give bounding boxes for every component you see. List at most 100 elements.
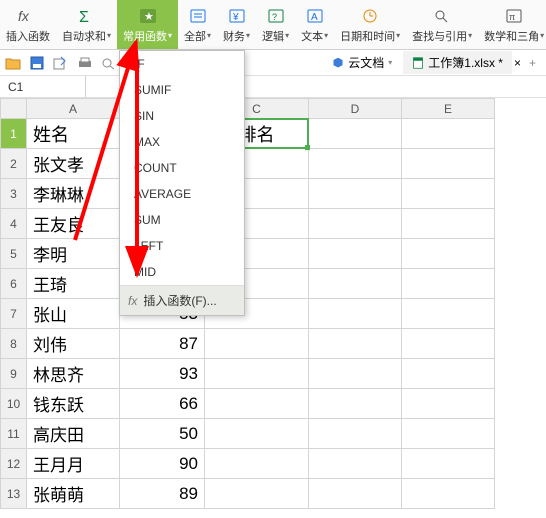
cell[interactable]	[402, 359, 495, 389]
row-header[interactable]: 10	[1, 389, 27, 419]
tab-cloud[interactable]: 云文档 ▾	[323, 51, 401, 74]
cell[interactable]	[309, 449, 402, 479]
cell[interactable]	[205, 359, 309, 389]
open-icon[interactable]	[4, 54, 22, 72]
select-all-corner[interactable]	[1, 99, 27, 119]
cell[interactable]: 李明	[27, 239, 120, 269]
print-icon[interactable]	[76, 54, 94, 72]
col-header-a[interactable]: A	[27, 99, 120, 119]
cell[interactable]: 50	[120, 419, 205, 449]
cell[interactable]	[309, 149, 402, 179]
cell[interactable]	[402, 149, 495, 179]
row-header[interactable]: 3	[1, 179, 27, 209]
ribbon-text[interactable]: A 文本▾	[295, 0, 334, 49]
cell[interactable]	[205, 419, 309, 449]
save-icon[interactable]	[28, 54, 46, 72]
row-header[interactable]: 11	[1, 419, 27, 449]
cell[interactable]	[402, 419, 495, 449]
row-header[interactable]: 8	[1, 329, 27, 359]
cell[interactable]: 高庆田	[27, 419, 120, 449]
col-header-d[interactable]: D	[309, 99, 402, 119]
ribbon-insert-function[interactable]: fx 插入函数	[0, 0, 56, 49]
cell[interactable]	[205, 329, 309, 359]
dropdown-item[interactable]: LEFT	[120, 233, 244, 259]
cell[interactable]	[402, 209, 495, 239]
dropdown-item[interactable]: SUMIF	[120, 77, 244, 103]
row-header[interactable]: 1	[1, 119, 27, 149]
cell[interactable]	[309, 209, 402, 239]
cell[interactable]	[309, 299, 402, 329]
row-header[interactable]: 12	[1, 449, 27, 479]
cell[interactable]: 张萌萌	[27, 479, 120, 509]
cell[interactable]: 87	[120, 329, 205, 359]
cell[interactable]	[309, 479, 402, 509]
cell[interactable]: 90	[120, 449, 205, 479]
export-icon[interactable]	[52, 54, 70, 72]
dropdown-item[interactable]: COUNT	[120, 155, 244, 181]
tab-close-button[interactable]: ×	[514, 56, 521, 70]
cell[interactable]	[402, 269, 495, 299]
cell[interactable]: 张文孝	[27, 149, 120, 179]
cell[interactable]	[402, 119, 495, 149]
cell[interactable]	[309, 239, 402, 269]
cell[interactable]	[402, 389, 495, 419]
row-header[interactable]: 2	[1, 149, 27, 179]
ribbon-logic[interactable]: ? 逻辑▾	[256, 0, 295, 49]
ribbon-all[interactable]: 全部▾	[178, 0, 217, 49]
ribbon-lookup[interactable]: 查找与引用▾	[406, 0, 478, 49]
row-header[interactable]: 5	[1, 239, 27, 269]
row-header[interactable]: 13	[1, 479, 27, 509]
row-header[interactable]: 9	[1, 359, 27, 389]
ribbon-common-functions[interactable]: ★ 常用函数▾	[117, 0, 178, 49]
cell[interactable]: 93	[120, 359, 205, 389]
dropdown-item[interactable]: MID	[120, 259, 244, 285]
dropdown-item[interactable]: SIN	[120, 103, 244, 129]
cell[interactable]: 林思齐	[27, 359, 120, 389]
ribbon-datetime[interactable]: 日期和时间▾	[334, 0, 406, 49]
dropdown-item[interactable]: SUM	[120, 207, 244, 233]
cell[interactable]	[402, 299, 495, 329]
cell[interactable]: 姓名	[27, 119, 120, 149]
cell[interactable]: 王琦	[27, 269, 120, 299]
cell[interactable]: 钱东跃	[27, 389, 120, 419]
ribbon-autosum[interactable]: Σ 自动求和▾	[56, 0, 117, 49]
tab-workbook[interactable]: 工作簿1.xlsx *	[403, 51, 512, 74]
cell[interactable]: 王月月	[27, 449, 120, 479]
cell[interactable]	[309, 329, 402, 359]
sheet-icon	[412, 57, 424, 69]
ribbon-math[interactable]: π 数学和三角▾	[478, 0, 546, 49]
cell[interactable]	[309, 419, 402, 449]
cell[interactable]	[309, 179, 402, 209]
cell[interactable]	[205, 389, 309, 419]
cell[interactable]	[205, 449, 309, 479]
cell[interactable]	[309, 119, 402, 149]
cell[interactable]	[309, 269, 402, 299]
row-header[interactable]: 4	[1, 209, 27, 239]
name-box[interactable]: C1	[0, 76, 86, 97]
row-header[interactable]: 7	[1, 299, 27, 329]
preview-icon[interactable]	[100, 54, 118, 72]
cell[interactable]	[402, 329, 495, 359]
dropdown-insert-function[interactable]: fx插入函数(F)...	[120, 286, 244, 315]
cell[interactable]: 王友良	[27, 209, 120, 239]
add-tab-button[interactable]: +	[523, 56, 542, 70]
cell[interactable]: 66	[120, 389, 205, 419]
cell[interactable]	[402, 179, 495, 209]
cell[interactable]	[402, 449, 495, 479]
col-header-e[interactable]: E	[402, 99, 495, 119]
dropdown-item[interactable]: AVERAGE	[120, 181, 244, 207]
cell[interactable]: 89	[120, 479, 205, 509]
dropdown-item[interactable]: IF	[120, 51, 244, 77]
cell[interactable]	[309, 359, 402, 389]
cell[interactable]: 刘伟	[27, 329, 120, 359]
cell[interactable]: 李琳琳	[27, 179, 120, 209]
grid[interactable]: A B C D E 1 姓名 排名 2张文孝953李琳琳824王友良405李明9…	[0, 98, 495, 509]
cell[interactable]	[205, 479, 309, 509]
row-header[interactable]: 6	[1, 269, 27, 299]
dropdown-item[interactable]: MAX	[120, 129, 244, 155]
cell[interactable]	[309, 389, 402, 419]
cell[interactable]	[402, 239, 495, 269]
cell[interactable]	[402, 479, 495, 509]
ribbon-finance[interactable]: ¥ 财务▾	[217, 0, 256, 49]
cell[interactable]: 张山	[27, 299, 120, 329]
